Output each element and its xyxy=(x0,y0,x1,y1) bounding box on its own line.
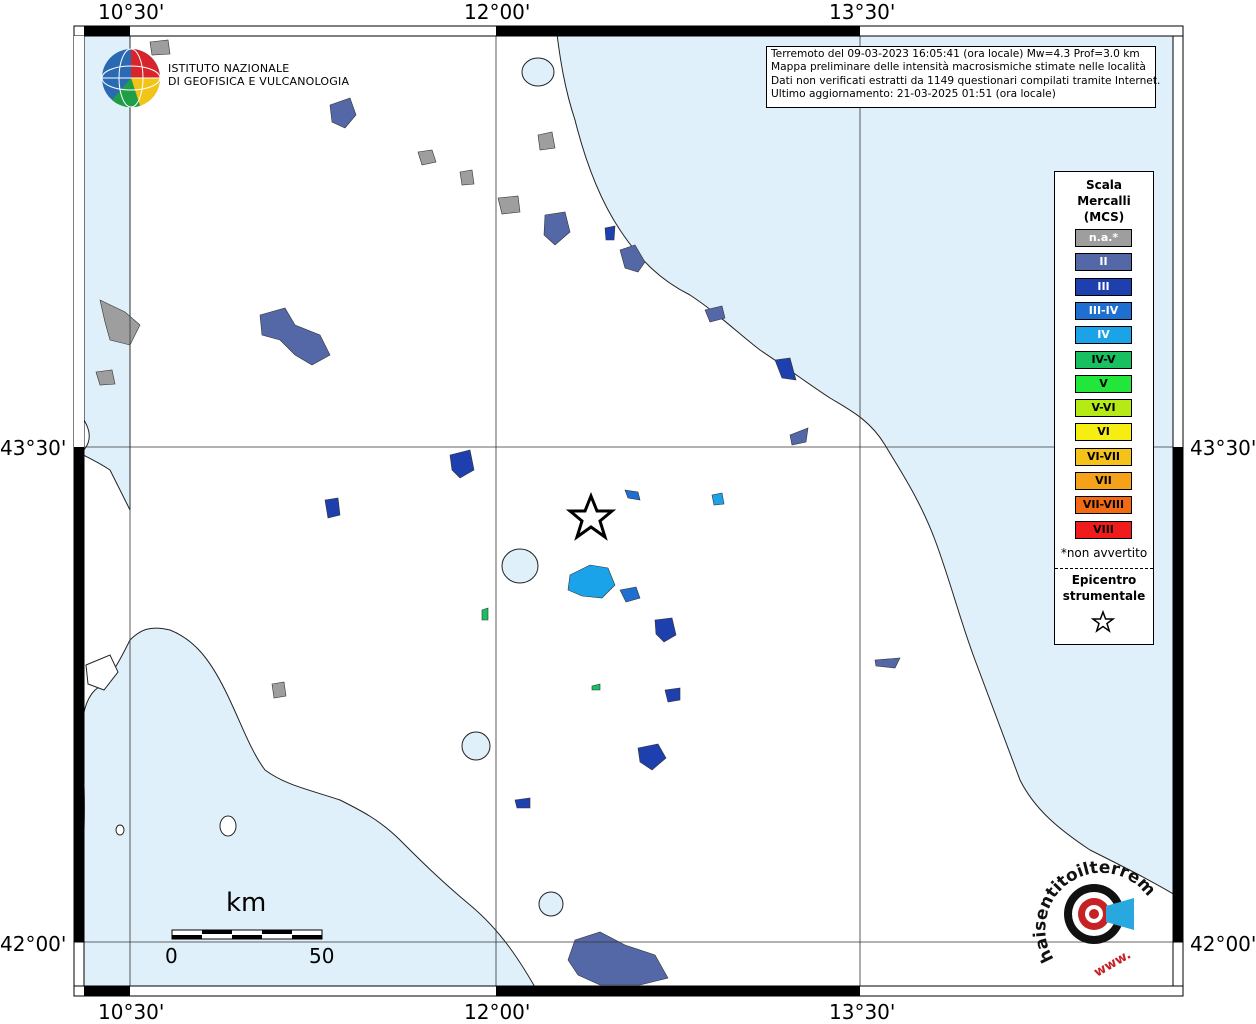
ingv-logo-text: ISTITUTO NAZIONALE DI GEOFISICA E VULCAN… xyxy=(168,62,349,88)
legend-swatch-vii: VII xyxy=(1075,472,1132,490)
legend-title-line2: Mercalli xyxy=(1077,194,1131,208)
ingv-line1: ISTITUTO NAZIONALE xyxy=(168,62,290,75)
ingv-line2: DI GEOFISICA E VULCANOLOGIA xyxy=(168,75,350,88)
patch-iv xyxy=(711,492,725,506)
legend-title-line3: (MCS) xyxy=(1083,210,1125,224)
legend-separator xyxy=(1055,568,1153,569)
legend-swatch-iii-iv: III-IV xyxy=(1075,301,1132,320)
haisentito-logo-text: haisentitoilterremoto.it www. xyxy=(1019,839,1159,980)
haisentito-www: www. xyxy=(1092,947,1134,980)
legend-swatch-v-vi: V-VI xyxy=(1075,399,1132,418)
haisentito-url: haisentitoilterremoto.it xyxy=(1019,839,1159,966)
patch-na xyxy=(271,681,287,699)
legend-na-note: *non avvertito xyxy=(1060,546,1148,560)
scale-bar-max: 50 xyxy=(309,944,335,968)
legend-epicentre-title: Epicentro strumentale xyxy=(1055,572,1153,604)
legend-star-icon xyxy=(1091,610,1115,633)
legend-swatch-iv: IV xyxy=(1075,326,1132,345)
scale-bar xyxy=(171,929,323,940)
patch-iv-v xyxy=(481,607,489,621)
legend-swatch-ii: II xyxy=(1075,253,1132,272)
patch-iii xyxy=(514,797,531,809)
lon-label-top-1: 10°30' xyxy=(98,0,165,24)
lon-label-bottom-1: 10°30' xyxy=(98,1000,165,1024)
svg-text:haisentitoilterremoto.it: haisentitoilterremoto.it xyxy=(1019,839,1159,966)
lat-label-right-1: 43°30' xyxy=(1190,436,1256,460)
lat-label-left-1: 43°30' xyxy=(0,436,67,460)
lon-label-top-2: 12°00' xyxy=(464,0,531,24)
legend-epicentre-line1: Epicentro xyxy=(1071,573,1137,587)
lon-label-bottom-2: 12°00' xyxy=(464,1000,531,1024)
event-info-line3: Dati non verificati estratti da 1149 que… xyxy=(771,74,1161,87)
patch-iii xyxy=(324,497,341,519)
legend-swatch-na: n.a.* xyxy=(1075,229,1132,247)
patch-iii xyxy=(604,225,616,241)
patch-iii xyxy=(664,687,681,703)
intensity-legend: Scala Mercalli (MCS) n.a.* II III III-IV IV I… xyxy=(1054,171,1154,645)
patch-na xyxy=(459,169,475,186)
legend-swatch-vi: VI xyxy=(1075,423,1132,442)
patch-na xyxy=(149,39,171,56)
island-montecristo xyxy=(115,824,125,836)
legend-swatch-vi-vii: VI-VII xyxy=(1075,447,1132,466)
lake-trasimeno xyxy=(501,548,539,584)
island-giglio xyxy=(219,815,237,837)
legend-swatch-iii: III xyxy=(1075,277,1132,296)
lake-north xyxy=(521,57,555,87)
scale-bar-unit: km xyxy=(226,888,267,918)
patch-na xyxy=(537,131,556,151)
lat-label-right-2: 42°00' xyxy=(1190,932,1256,956)
event-info-line2: Mappa preliminare delle intensità macros… xyxy=(771,61,1146,74)
lake-bracciano xyxy=(538,891,564,917)
patch-na xyxy=(497,195,521,215)
lon-label-top-3: 13°30' xyxy=(829,0,896,24)
legend-swatch-iv-v: IV-V xyxy=(1075,350,1132,369)
lake-bolsena xyxy=(461,731,491,761)
lat-label-left-2: 42°00' xyxy=(0,932,67,956)
ingv-logo-icon xyxy=(101,48,161,108)
legend-swatch-vii-viii: VII-VIII xyxy=(1075,496,1132,515)
event-info-line4: Ultimo aggiornamento: 21-03-2025 01:51 (… xyxy=(771,88,1056,101)
scale-bar-min: 0 xyxy=(165,944,178,968)
lon-label-bottom-3: 13°30' xyxy=(829,1000,896,1024)
legend-title-line1: Scala xyxy=(1085,178,1123,192)
legend-swatch-viii: VIII xyxy=(1075,520,1132,539)
event-info-line1: Terremoto del 09-03-2023 16:05:41 (ora l… xyxy=(771,48,1140,60)
legend-swatch-v: V xyxy=(1075,374,1132,393)
legend-epicentre-line2: strumentale xyxy=(1062,589,1146,603)
event-info-box: Terremoto del 09-03-2023 16:05:41 (ora l… xyxy=(766,46,1161,108)
legend-title: Scala Mercalli (MCS) xyxy=(1055,177,1153,225)
